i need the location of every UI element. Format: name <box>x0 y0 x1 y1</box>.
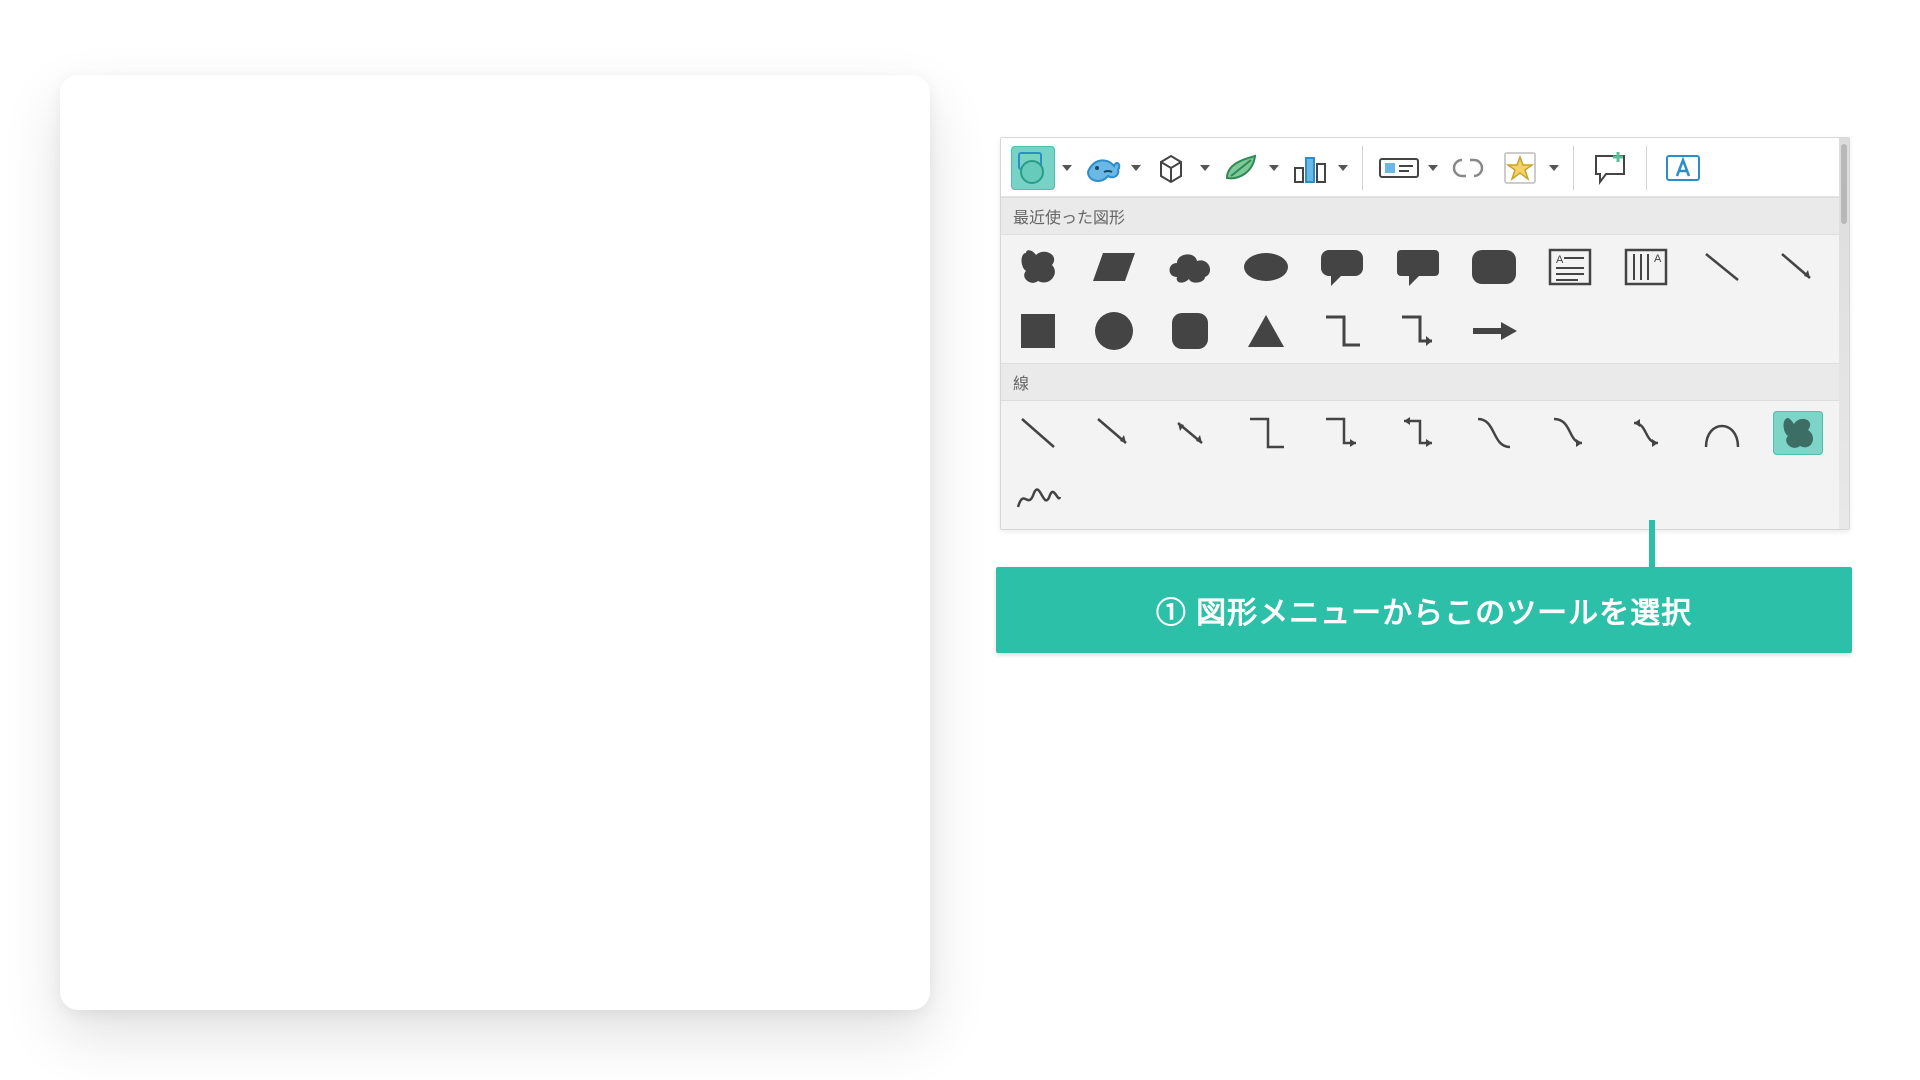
svg-text:A: A <box>1556 254 1564 266</box>
shape-triangle[interactable] <box>1241 309 1291 353</box>
shape-rounded-square[interactable] <box>1165 309 1215 353</box>
media-button[interactable] <box>1080 146 1124 190</box>
caret-icon <box>1338 165 1348 171</box>
textbox-dropdown-group <box>1377 146 1438 190</box>
separator <box>1573 146 1574 190</box>
shape-ellipse-solid[interactable] <box>1241 245 1291 289</box>
caret-icon <box>1549 165 1559 171</box>
lines-grid <box>1001 401 1849 529</box>
cube-dropdown-group <box>1149 146 1210 190</box>
shape-line-diagonal[interactable] <box>1697 245 1747 289</box>
toolbar-row <box>1001 138 1849 197</box>
shape-text-box-lines[interactable]: A <box>1545 245 1595 289</box>
shape-step-connector-2[interactable] <box>1393 309 1443 353</box>
shapes-dropdown-button[interactable] <box>1011 146 1055 190</box>
shape-line-arrow[interactable] <box>1773 245 1823 289</box>
separator <box>1646 146 1647 190</box>
scrollbar-thumb[interactable] <box>1841 144 1847 224</box>
recent-shapes-grid: A A <box>1001 235 1849 363</box>
chart-dropdown-group <box>1287 146 1348 190</box>
chart-button[interactable] <box>1287 146 1331 190</box>
shapes-toolbar-panel: 最近使った図形 A A 線 <box>1000 137 1850 530</box>
text-frame-button[interactable] <box>1661 146 1705 190</box>
media-dropdown-group <box>1080 146 1141 190</box>
leaf-button[interactable] <box>1218 146 1262 190</box>
caret-icon <box>1131 165 1141 171</box>
line-plain[interactable] <box>1013 411 1063 455</box>
shape-parallelogram[interactable] <box>1089 245 1139 289</box>
shape-square-solid[interactable] <box>1013 309 1063 353</box>
svg-text:A: A <box>1654 253 1662 265</box>
line-arrow-single[interactable] <box>1089 411 1139 455</box>
line-elbow-arrow[interactable] <box>1317 411 1367 455</box>
scrollbar[interactable] <box>1839 138 1849 529</box>
line-scribble[interactable] <box>1013 475 1063 519</box>
line-arrow-double-diag[interactable] <box>1165 411 1215 455</box>
caret-icon <box>1428 165 1438 171</box>
shape-circle-solid[interactable] <box>1089 309 1139 353</box>
line-s-curve-arrow[interactable] <box>1545 411 1595 455</box>
separator <box>1362 146 1363 190</box>
shape-cloud[interactable] <box>1165 245 1215 289</box>
link-button[interactable] <box>1446 146 1490 190</box>
caret-icon <box>1062 165 1072 171</box>
textbox-button[interactable] <box>1377 146 1421 190</box>
shape-speech-rect[interactable] <box>1393 245 1443 289</box>
shape-arrow-right[interactable] <box>1469 309 1519 353</box>
line-freeform-tool[interactable] <box>1773 411 1823 455</box>
shape-blob[interactable] <box>1013 245 1063 289</box>
line-s-curve[interactable] <box>1469 411 1519 455</box>
shapes-dropdown-group <box>1011 146 1072 190</box>
star-dropdown-group <box>1498 146 1559 190</box>
leaf-dropdown-group <box>1218 146 1279 190</box>
cube-button[interactable] <box>1149 146 1193 190</box>
shape-speech-rounded[interactable] <box>1317 245 1367 289</box>
line-arc[interactable] <box>1697 411 1747 455</box>
line-s-curve-double[interactable] <box>1621 411 1671 455</box>
shape-text-box-vertical[interactable]: A <box>1621 245 1671 289</box>
line-elbow-double[interactable] <box>1393 411 1443 455</box>
shape-step-connector-1[interactable] <box>1317 309 1367 353</box>
document-canvas[interactable] <box>60 75 930 1010</box>
star-button[interactable] <box>1498 146 1542 190</box>
lines-header: 線 <box>1001 363 1849 401</box>
caret-icon <box>1200 165 1210 171</box>
instruction-callout: ① 図形メニューからこのツールを選択 <box>996 567 1852 653</box>
caret-icon <box>1269 165 1279 171</box>
comment-button[interactable] <box>1588 146 1632 190</box>
recent-shapes-header: 最近使った図形 <box>1001 197 1849 235</box>
callout-connector-line <box>1649 520 1655 570</box>
shape-rounded-rect-large[interactable] <box>1469 245 1519 289</box>
line-elbow-1[interactable] <box>1241 411 1291 455</box>
